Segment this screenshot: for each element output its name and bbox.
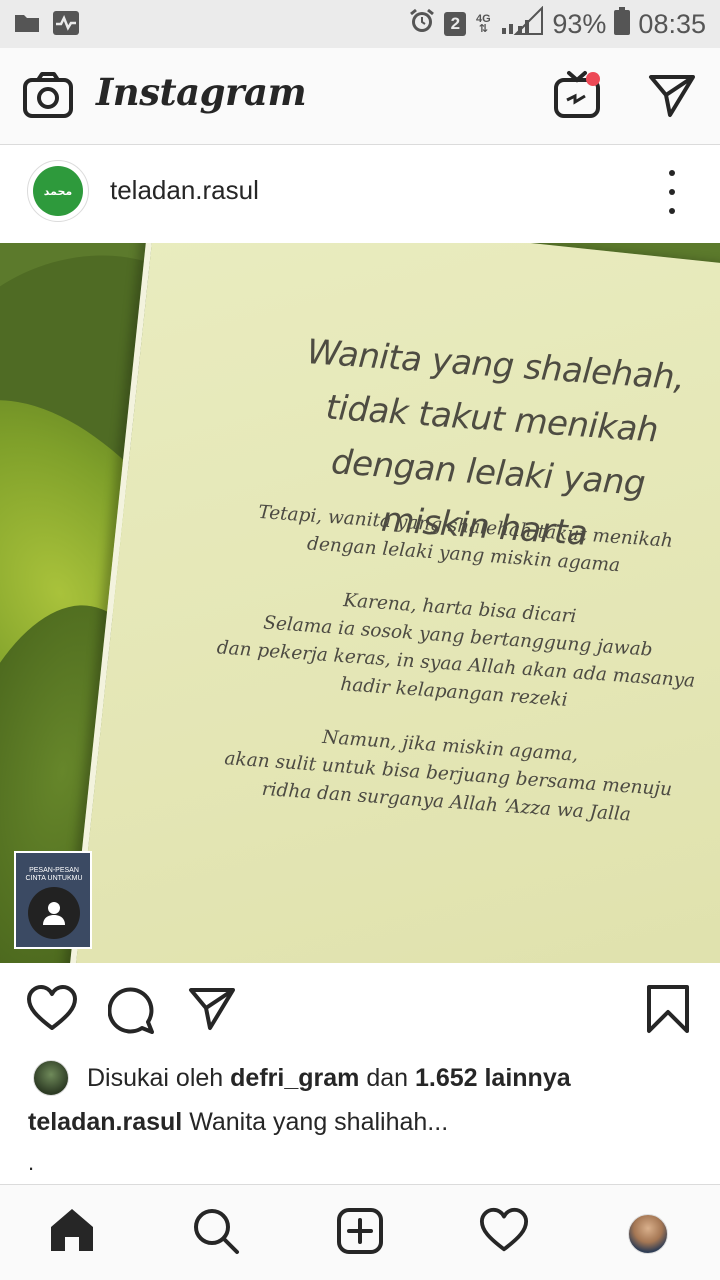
clock: 08:35 [638,8,706,39]
post-username[interactable]: teladan.rasul [110,175,259,206]
caption-username[interactable]: teladan.rasul [28,1108,182,1136]
signal-icon [500,5,544,43]
likes-prefix: Disukai oleh [87,1064,224,1092]
folder-icon [14,10,40,41]
direct-message-icon[interactable] [648,74,696,123]
avatar-logo: محمد [33,166,83,216]
quote-body: Tetapi, wanita yang shalehah takut menik… [199,496,711,859]
alarm-icon [408,7,436,42]
quote-paragraph: Namun, jika miskin agama, akan sulit unt… [201,716,696,834]
likes-joiner: dan [366,1064,409,1092]
likes-text: Disukai oleh defri_gram dan 1.652 lainny… [87,1064,571,1093]
tag-title: PESAN-PESAN CINTA UNTUKMU [25,867,83,882]
activity-icon [52,10,80,41]
battery-icon [614,6,631,42]
home-icon[interactable] [48,1207,96,1258]
status-bar: 2 4G ⇅ 93% 08:35 [0,0,720,48]
network-label: 4G [476,13,491,25]
post-header: محمد teladan.rasul [0,145,720,243]
app-title: Instagram [96,70,307,114]
comment-icon[interactable] [107,986,156,1039]
activity-heart-icon[interactable] [479,1207,529,1258]
liker-username[interactable]: defri_gram [230,1064,359,1092]
bookmark-icon[interactable] [646,984,690,1039]
like-icon[interactable] [26,985,78,1036]
camera-icon[interactable] [23,72,73,123]
post-actions [0,963,720,1053]
battery-percent: 93% [552,8,607,39]
sim-badge: 2 [444,12,467,36]
user-tag-icon [28,887,80,939]
likes-row[interactable]: Disukai oleh defri_gram dan 1.652 lainny… [0,1053,720,1103]
liker-avatar [33,1060,69,1096]
likes-count[interactable]: 1.652 lainnya [415,1064,571,1092]
search-icon[interactable] [192,1207,240,1260]
network-type: 4G ⇅ [476,13,491,35]
caption-text: Wanita yang shalihah... [189,1108,449,1136]
more-options-icon[interactable] [660,170,684,214]
caption[interactable]: teladan.rasul Wanita yang shalihah... [28,1108,448,1137]
post-image[interactable]: Wanita yang shalehah, tidak takut menika… [0,243,720,963]
post-avatar[interactable]: محمد [27,160,89,222]
bottom-nav [0,1184,720,1280]
caption-extra: . [28,1150,35,1175]
quote-paragraph: Karena, harta bisa dicari Selama ia soso… [209,578,706,724]
igtv-icon[interactable] [553,70,603,125]
add-post-icon[interactable] [336,1207,384,1260]
profile-avatar[interactable] [628,1214,668,1254]
share-icon[interactable] [188,987,236,1036]
top-bar: Instagram [0,48,720,145]
tagged-user-thumbnail[interactable]: PESAN-PESAN CINTA UNTUKMU [14,851,92,949]
